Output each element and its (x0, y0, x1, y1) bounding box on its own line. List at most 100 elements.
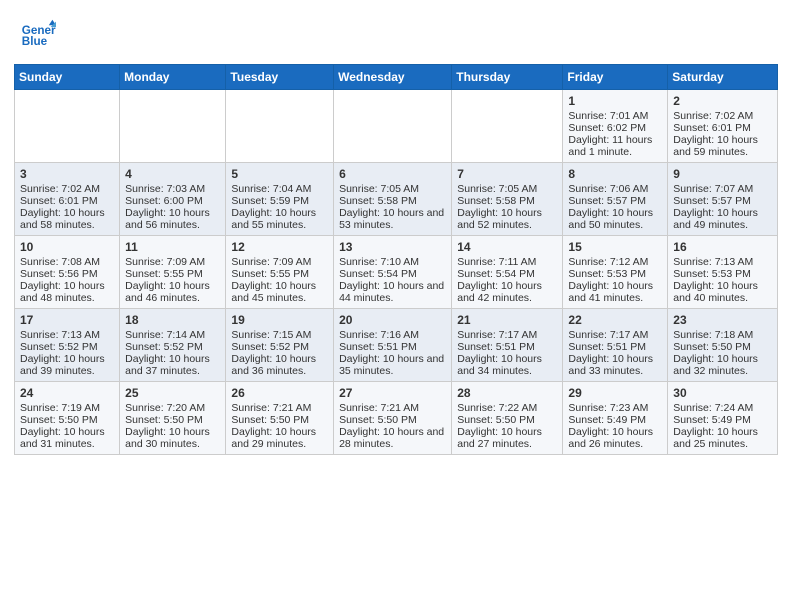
daylight-text: Daylight: 10 hours and 55 minutes. (231, 207, 316, 231)
calendar-cell (452, 90, 563, 163)
calendar-week-row: 10Sunrise: 7:08 AMSunset: 5:56 PMDayligh… (15, 236, 778, 309)
calendar-cell: 9Sunrise: 7:07 AMSunset: 5:57 PMDaylight… (668, 163, 778, 236)
sunrise-text: Sunrise: 7:09 AM (125, 256, 205, 268)
daylight-text: Daylight: 10 hours and 42 minutes. (457, 280, 542, 304)
sunrise-text: Sunrise: 7:16 AM (339, 329, 419, 341)
day-number: 1 (568, 94, 662, 108)
sunset-text: Sunset: 5:54 PM (339, 268, 417, 280)
calendar-cell: 3Sunrise: 7:02 AMSunset: 6:01 PMDaylight… (15, 163, 120, 236)
weekday-header: Tuesday (226, 65, 334, 90)
sunrise-text: Sunrise: 7:19 AM (20, 402, 100, 414)
day-number: 25 (125, 386, 220, 400)
sunset-text: Sunset: 5:50 PM (20, 414, 98, 426)
weekday-header: Monday (120, 65, 226, 90)
sunrise-text: Sunrise: 7:18 AM (673, 329, 753, 341)
sunset-text: Sunset: 5:58 PM (457, 195, 535, 207)
calendar-cell (334, 90, 452, 163)
day-number: 11 (125, 240, 220, 254)
calendar-cell: 14Sunrise: 7:11 AMSunset: 5:54 PMDayligh… (452, 236, 563, 309)
sunset-text: Sunset: 5:56 PM (20, 268, 98, 280)
sunset-text: Sunset: 5:59 PM (231, 195, 309, 207)
daylight-text: Daylight: 10 hours and 50 minutes. (568, 207, 653, 231)
svg-text:Blue: Blue (22, 35, 48, 48)
weekday-header: Saturday (668, 65, 778, 90)
sunrise-text: Sunrise: 7:17 AM (568, 329, 648, 341)
day-number: 30 (673, 386, 772, 400)
sunrise-text: Sunrise: 7:02 AM (673, 110, 753, 122)
sunrise-text: Sunrise: 7:23 AM (568, 402, 648, 414)
day-number: 3 (20, 167, 114, 181)
calendar-cell: 13Sunrise: 7:10 AMSunset: 5:54 PMDayligh… (334, 236, 452, 309)
daylight-text: Daylight: 10 hours and 31 minutes. (20, 426, 105, 450)
calendar-cell: 15Sunrise: 7:12 AMSunset: 5:53 PMDayligh… (563, 236, 668, 309)
sunrise-text: Sunrise: 7:06 AM (568, 183, 648, 195)
calendar-cell: 19Sunrise: 7:15 AMSunset: 5:52 PMDayligh… (226, 309, 334, 382)
sunrise-text: Sunrise: 7:17 AM (457, 329, 537, 341)
calendar: SundayMondayTuesdayWednesdayThursdayFrid… (0, 64, 792, 465)
sunset-text: Sunset: 5:52 PM (20, 341, 98, 353)
calendar-cell: 4Sunrise: 7:03 AMSunset: 6:00 PMDaylight… (120, 163, 226, 236)
sunrise-text: Sunrise: 7:14 AM (125, 329, 205, 341)
daylight-text: Daylight: 10 hours and 53 minutes. (339, 207, 444, 231)
calendar-cell: 16Sunrise: 7:13 AMSunset: 5:53 PMDayligh… (668, 236, 778, 309)
sunrise-text: Sunrise: 7:22 AM (457, 402, 537, 414)
calendar-cell: 5Sunrise: 7:04 AMSunset: 5:59 PMDaylight… (226, 163, 334, 236)
daylight-text: Daylight: 10 hours and 49 minutes. (673, 207, 758, 231)
sunrise-text: Sunrise: 7:05 AM (457, 183, 537, 195)
sunset-text: Sunset: 5:52 PM (125, 341, 203, 353)
calendar-cell: 26Sunrise: 7:21 AMSunset: 5:50 PMDayligh… (226, 382, 334, 455)
day-number: 12 (231, 240, 328, 254)
sunrise-text: Sunrise: 7:04 AM (231, 183, 311, 195)
day-number: 8 (568, 167, 662, 181)
calendar-week-row: 24Sunrise: 7:19 AMSunset: 5:50 PMDayligh… (15, 382, 778, 455)
sunset-text: Sunset: 6:02 PM (568, 122, 646, 134)
sunrise-text: Sunrise: 7:10 AM (339, 256, 419, 268)
sunset-text: Sunset: 5:50 PM (125, 414, 203, 426)
sunrise-text: Sunrise: 7:02 AM (20, 183, 100, 195)
calendar-cell: 29Sunrise: 7:23 AMSunset: 5:49 PMDayligh… (563, 382, 668, 455)
daylight-text: Daylight: 10 hours and 44 minutes. (339, 280, 444, 304)
calendar-cell: 28Sunrise: 7:22 AMSunset: 5:50 PMDayligh… (452, 382, 563, 455)
calendar-cell (15, 90, 120, 163)
day-number: 19 (231, 313, 328, 327)
calendar-week-row: 3Sunrise: 7:02 AMSunset: 6:01 PMDaylight… (15, 163, 778, 236)
sunset-text: Sunset: 5:49 PM (568, 414, 646, 426)
daylight-text: Daylight: 10 hours and 45 minutes. (231, 280, 316, 304)
weekday-header: Friday (563, 65, 668, 90)
day-number: 26 (231, 386, 328, 400)
sunset-text: Sunset: 6:00 PM (125, 195, 203, 207)
sunrise-text: Sunrise: 7:05 AM (339, 183, 419, 195)
calendar-cell: 10Sunrise: 7:08 AMSunset: 5:56 PMDayligh… (15, 236, 120, 309)
daylight-text: Daylight: 10 hours and 40 minutes. (673, 280, 758, 304)
daylight-text: Daylight: 10 hours and 59 minutes. (673, 134, 758, 158)
calendar-cell: 11Sunrise: 7:09 AMSunset: 5:55 PMDayligh… (120, 236, 226, 309)
sunset-text: Sunset: 6:01 PM (673, 122, 751, 134)
day-number: 14 (457, 240, 557, 254)
weekday-header: Wednesday (334, 65, 452, 90)
daylight-text: Daylight: 10 hours and 29 minutes. (231, 426, 316, 450)
sunrise-text: Sunrise: 7:08 AM (20, 256, 100, 268)
calendar-cell: 17Sunrise: 7:13 AMSunset: 5:52 PMDayligh… (15, 309, 120, 382)
daylight-text: Daylight: 10 hours and 41 minutes. (568, 280, 653, 304)
daylight-text: Daylight: 10 hours and 33 minutes. (568, 353, 653, 377)
calendar-cell: 20Sunrise: 7:16 AMSunset: 5:51 PMDayligh… (334, 309, 452, 382)
sunset-text: Sunset: 5:57 PM (568, 195, 646, 207)
calendar-cell: 2Sunrise: 7:02 AMSunset: 6:01 PMDaylight… (668, 90, 778, 163)
sunset-text: Sunset: 5:51 PM (457, 341, 535, 353)
sunrise-text: Sunrise: 7:15 AM (231, 329, 311, 341)
calendar-cell: 6Sunrise: 7:05 AMSunset: 5:58 PMDaylight… (334, 163, 452, 236)
sunrise-text: Sunrise: 7:13 AM (20, 329, 100, 341)
daylight-text: Daylight: 10 hours and 58 minutes. (20, 207, 105, 231)
sunset-text: Sunset: 5:49 PM (673, 414, 751, 426)
daylight-text: Daylight: 10 hours and 48 minutes. (20, 280, 105, 304)
day-number: 23 (673, 313, 772, 327)
daylight-text: Daylight: 10 hours and 46 minutes. (125, 280, 210, 304)
calendar-cell: 27Sunrise: 7:21 AMSunset: 5:50 PMDayligh… (334, 382, 452, 455)
daylight-text: Daylight: 10 hours and 52 minutes. (457, 207, 542, 231)
daylight-text: Daylight: 10 hours and 25 minutes. (673, 426, 758, 450)
weekday-header-row: SundayMondayTuesdayWednesdayThursdayFrid… (15, 65, 778, 90)
sunrise-text: Sunrise: 7:12 AM (568, 256, 648, 268)
day-number: 22 (568, 313, 662, 327)
daylight-text: Daylight: 10 hours and 26 minutes. (568, 426, 653, 450)
calendar-cell: 22Sunrise: 7:17 AMSunset: 5:51 PMDayligh… (563, 309, 668, 382)
